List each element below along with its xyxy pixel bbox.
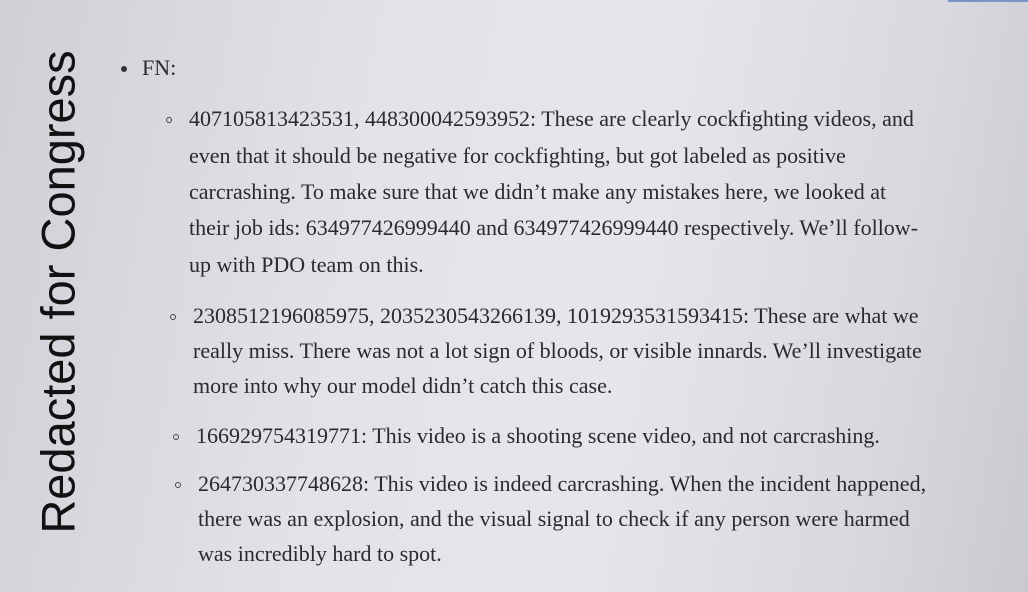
section-label: FN: xyxy=(142,55,177,80)
redaction-watermark: Redacted for Congress xyxy=(31,50,85,534)
text-line: 2308512196085975, 2035230543266139, 1019… xyxy=(193,303,919,328)
text-line: was incredibly hard to spot. xyxy=(198,541,442,566)
sub-bullet-icon xyxy=(166,117,172,123)
text-line: there was an explosion, and the visual s… xyxy=(198,506,910,531)
text-line: 264730337748628: This video is indeed ca… xyxy=(198,471,927,496)
text-line: up with PDO team on this. xyxy=(189,252,424,277)
sub-bullet-icon xyxy=(170,314,176,320)
text-line: their job ids: 634977426999440 and 63497… xyxy=(189,215,919,240)
sub-bullet-icon xyxy=(175,482,181,488)
text-line: really miss. There was not a lot sign of… xyxy=(193,338,922,363)
text-line: 166929754319771: This video is a shootin… xyxy=(196,423,880,448)
sub-bullet-icon xyxy=(173,434,179,440)
text-line: even that it should be negative for cock… xyxy=(189,143,846,168)
text-line: 407105813423531, 448300042593952: These … xyxy=(189,106,914,131)
bullet-icon xyxy=(121,66,127,72)
text-line: more into why our model didn’t catch thi… xyxy=(193,373,613,398)
window-edge xyxy=(948,0,1028,2)
text-line: carcrashing. To make sure that we didn’t… xyxy=(189,179,887,204)
